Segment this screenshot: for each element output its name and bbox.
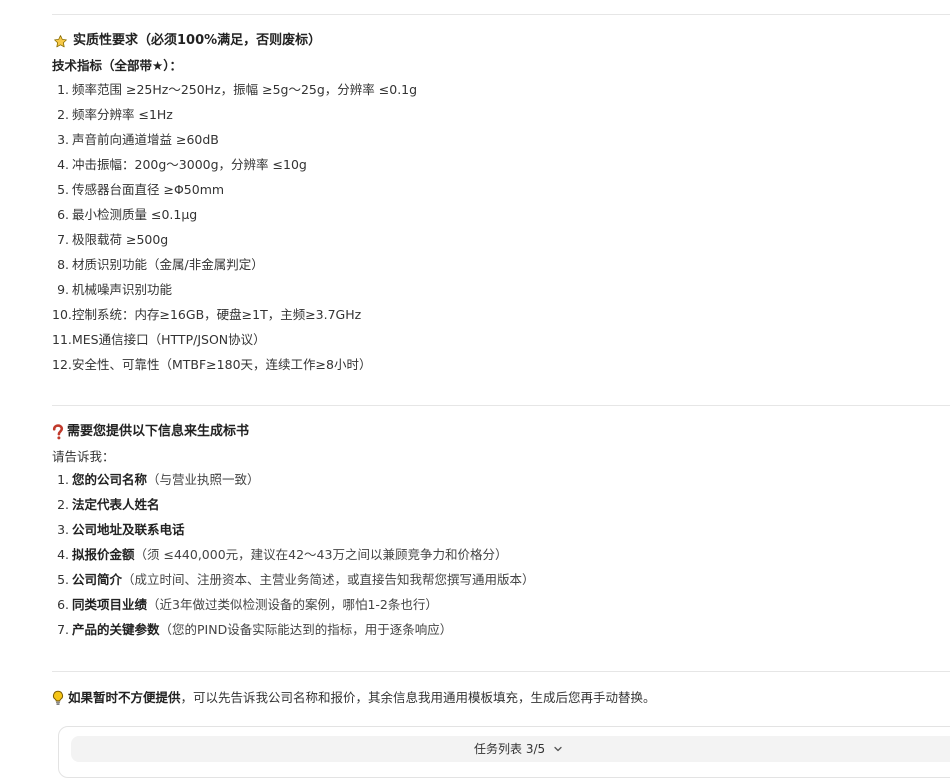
list-item: 1. 频率范围 ≥25Hz～250Hz，振幅 ≥5g～25g，分辨率 ≤0.1g [52, 77, 417, 102]
list-item: 8. 材质识别功能（金属/非金属判定） [52, 252, 417, 277]
item-number: 5. [57, 572, 69, 587]
info-needed-title: 需要您提供以下信息来生成标书 [67, 424, 250, 439]
list-item: 4. 冲击振幅：200g～3000g，分辨率 ≤10g [52, 152, 417, 177]
item-text: 控制系统：内存≥16GB，硬盘≥1T，主频≥3.7GHz [72, 307, 362, 322]
item-number: 6. [57, 207, 69, 222]
item-text: 最小检测质量 ≤0.1μg [72, 207, 198, 222]
item-number: 4. [57, 157, 69, 172]
list-item: 10. 控制系统：内存≥16GB，硬盘≥1T，主频≥3.7GHz [52, 302, 417, 327]
list-item: 2. 法定代表人姓名 [52, 492, 535, 517]
item-number: 8. [57, 257, 69, 272]
item-number: 7. [57, 232, 69, 247]
item-number: 5. [57, 182, 69, 197]
item-label: 产品的关键参数 [72, 622, 160, 637]
info-needed-list: 1. 您的公司名称 （与营业执照一致） 2. 法定代表人姓名 3. 公司地址及联系电话 … [52, 467, 535, 642]
item-number: 2. [57, 107, 69, 122]
list-item: 7. 极限载荷 ≥500g [52, 227, 417, 252]
item-note: （近3年做过类似检测设备的案例，哪怕1-2条也行） [147, 597, 438, 612]
task-list-label: 任务列表 3/5 [474, 742, 546, 756]
item-text: 频率分辨率 ≤1Hz [72, 107, 173, 122]
list-item: 5. 传感器台面直径 ≥Φ50mm [52, 177, 417, 202]
info-needed-section: 需要您提供以下信息来生成标书 请告诉我： 1. 您的公司名称 （与营业执照一致） 2… [52, 421, 535, 642]
list-item: 5. 公司简介 （成立时间、注册资本、主营业务简述，或直接告知我帮您撰写通用版本） [52, 567, 535, 592]
item-note: （您的PIND设备实际能达到的指标，用于逐条响应） [159, 622, 453, 637]
list-item: 11. MES通信接口（HTTP/JSON协议） [52, 327, 417, 352]
item-number: 12. [52, 357, 72, 372]
list-item: 7. 产品的关键参数 （您的PIND设备实际能达到的指标，用于逐条响应） [52, 617, 535, 642]
list-item: 6. 最小检测质量 ≤0.1μg [52, 202, 417, 227]
chevron-down-icon[interactable] [553, 744, 563, 754]
item-number: 4. [57, 547, 69, 562]
item-number: 3. [57, 522, 69, 537]
lightbulb-icon [52, 690, 64, 706]
task-list-panel: 任务列表 3/5 [58, 726, 950, 778]
item-number: 1. [57, 82, 69, 97]
item-label: 拟报价金额 [72, 547, 135, 562]
item-number: 9. [57, 282, 69, 297]
item-text: 冲击振幅：200g～3000g，分辨率 ≤10g [72, 157, 307, 172]
requirements-title: 实质性要求（必须100%满足，否则废标） [73, 33, 322, 48]
list-item: 1. 您的公司名称 （与营业执照一致） [52, 467, 535, 492]
requirements-list: 1. 频率范围 ≥25Hz～250Hz，振幅 ≥5g～25g，分辨率 ≤0.1g … [52, 77, 417, 377]
item-label: 您的公司名称 [72, 472, 148, 487]
info-needed-heading: 需要您提供以下信息来生成标书 [52, 421, 535, 443]
item-text: 声音前向通道增益 ≥60dB [72, 132, 219, 147]
item-text: 频率范围 ≥25Hz～250Hz，振幅 ≥5g～25g，分辨率 ≤0.1g [72, 82, 418, 97]
task-list-toggle[interactable]: 任务列表 3/5 [71, 736, 950, 762]
list-item: 12. 安全性、可靠性（MTBF≥180天，连续工作≥8小时） [52, 352, 417, 377]
tip-bold: 如果暂时不方便提供 [68, 690, 181, 705]
item-text: 极限载荷 ≥500g [72, 232, 169, 247]
item-number: 3. [57, 132, 69, 147]
tip-text: ，可以先告诉我公司名称和报价，其余信息我用通用模板填充，生成后您再手动替换。 [180, 690, 656, 705]
item-note: （与营业执照一致） [147, 472, 260, 487]
item-number: 7. [57, 622, 69, 637]
item-label: 公司地址及联系电话 [72, 522, 185, 537]
item-text: 机械噪声识别功能 [72, 282, 173, 297]
info-needed-intro: 请告诉我： [52, 449, 115, 464]
item-number: 2. [57, 497, 69, 512]
item-text: 安全性、可靠性（MTBF≥180天，连续工作≥8小时） [72, 357, 372, 372]
requirements-heading: 实质性要求（必须100%满足，否则废标） [52, 30, 417, 52]
list-item: 9. 机械噪声识别功能 [52, 277, 417, 302]
task-list-header[interactable]: 任务列表 3/5 [474, 736, 563, 762]
list-item: 3. 声音前向通道增益 ≥60dB [52, 127, 417, 152]
tip-line: 如果暂时不方便提供 ，可以先告诉我公司名称和报价，其余信息我用通用模板填充，生成后… [52, 687, 656, 709]
item-note: （成立时间、注册资本、主营业务简述，或直接告知我帮您撰写通用版本） [122, 572, 535, 587]
item-text: MES通信接口（HTTP/JSON协议） [72, 332, 266, 347]
list-item: 2. 频率分辨率 ≤1Hz [52, 102, 417, 127]
item-label: 同类项目业绩 [72, 597, 148, 612]
item-number: 6. [57, 597, 69, 612]
item-label: 公司简介 [72, 572, 123, 587]
divider [52, 14, 950, 15]
divider [52, 405, 950, 406]
item-note: （须 ≤440,000元，建议在42～43万之间以兼顾竞争力和价格分） [134, 547, 508, 562]
item-text: 传感器台面直径 ≥Φ50mm [72, 182, 225, 197]
requirements-subtitle: 技术指标（全部带★）： [52, 58, 182, 73]
question-mark-icon [52, 424, 64, 440]
item-number: 11. [52, 332, 72, 347]
requirements-section: 实质性要求（必须100%满足，否则废标） 技术指标（全部带★）： 1. 频率范围 … [52, 30, 417, 377]
item-label: 法定代表人姓名 [72, 497, 160, 512]
list-item: 3. 公司地址及联系电话 [52, 517, 535, 542]
item-number: 10. [52, 307, 72, 322]
item-text: 材质识别功能（金属/非金属判定） [72, 257, 264, 272]
list-item: 4. 拟报价金额 （须 ≤440,000元，建议在42～43万之间以兼顾竞争力和价格… [52, 542, 535, 567]
item-number: 1. [57, 472, 69, 487]
star-icon [52, 33, 68, 49]
list-item: 6. 同类项目业绩 （近3年做过类似检测设备的案例，哪怕1-2条也行） [52, 592, 535, 617]
divider [52, 671, 950, 672]
chat-page: 实质性要求（必须100%满足，否则废标） 技术指标（全部带★）： 1. 频率范围 … [0, 0, 950, 778]
